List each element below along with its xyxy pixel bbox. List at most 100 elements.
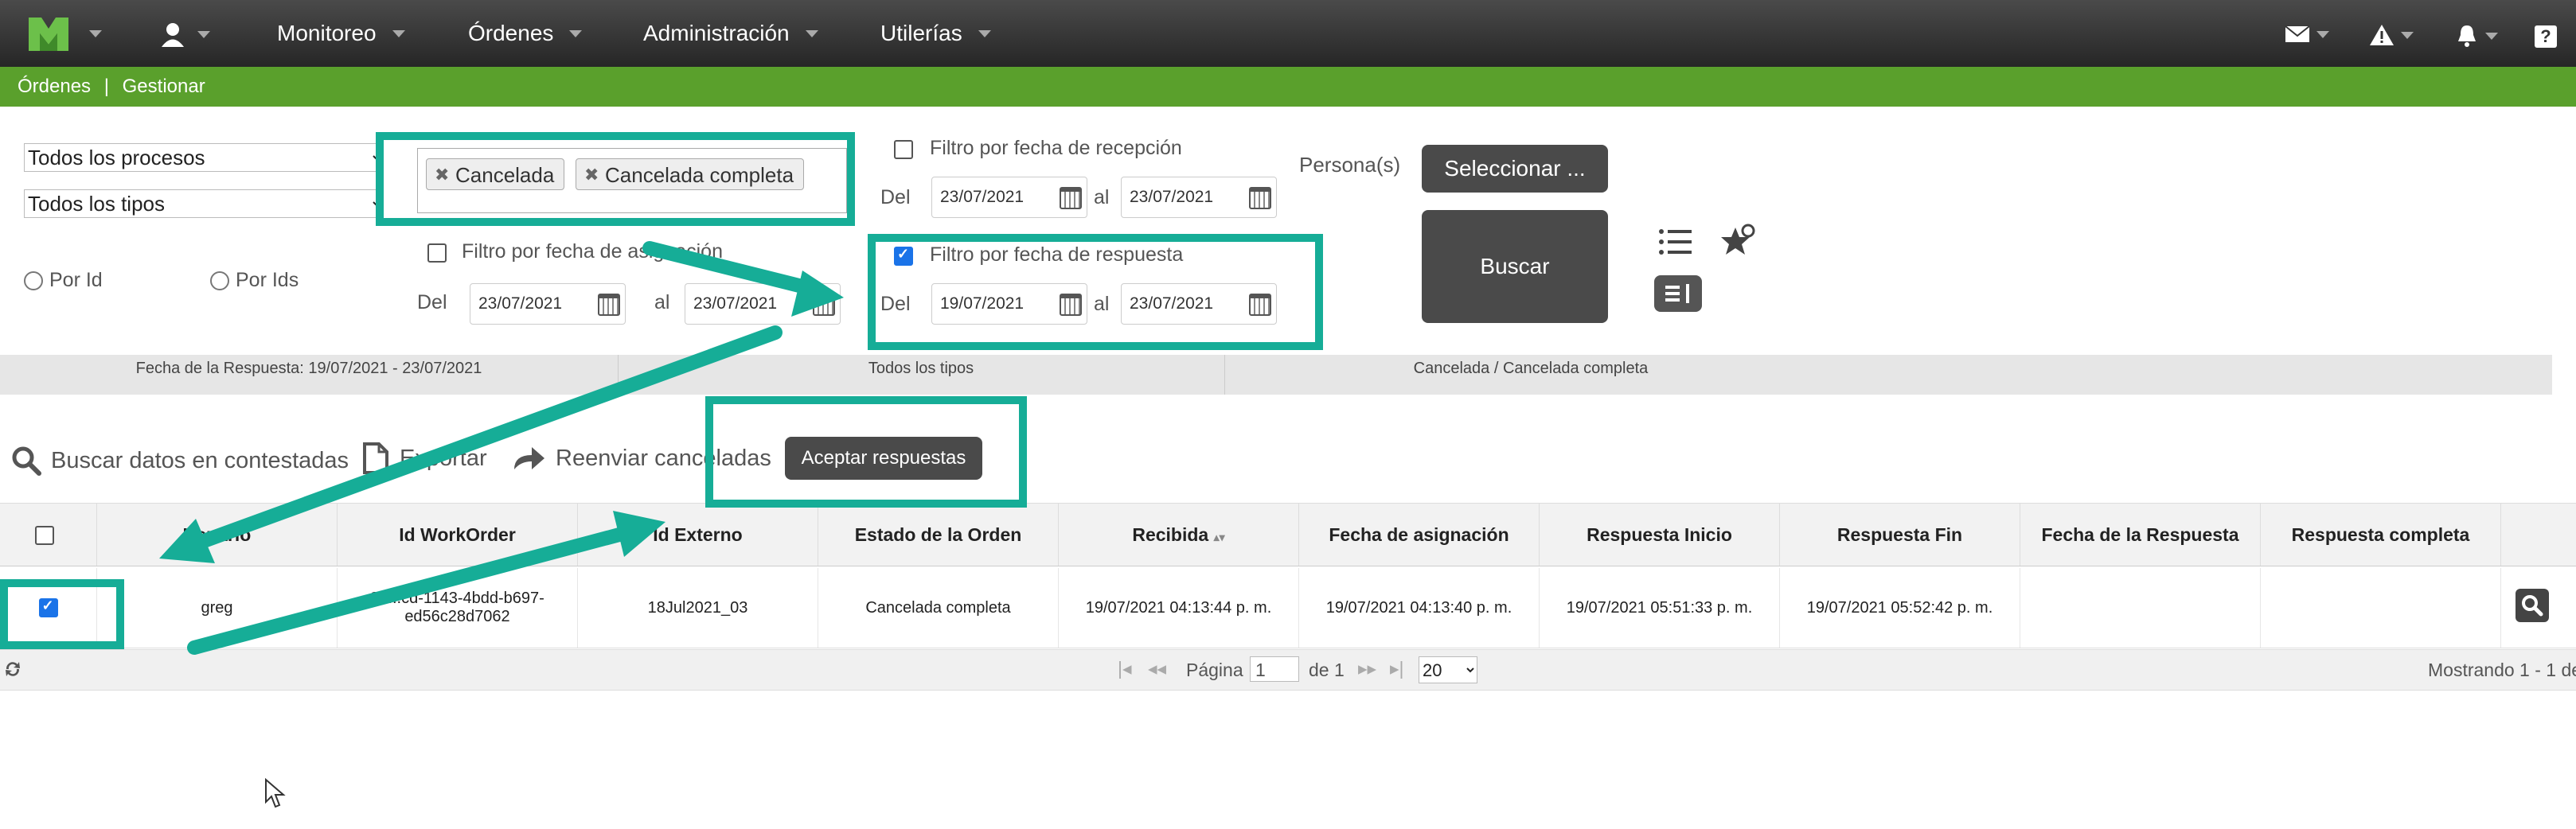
search-button[interactable]: Buscar [1422, 210, 1608, 323]
select-persons-button[interactable]: Seleccionar ... [1422, 145, 1608, 193]
mouse-cursor-icon [265, 778, 286, 808]
reception-filter-checkbox[interactable] [894, 140, 913, 159]
help-icon[interactable]: ? [2535, 25, 2557, 48]
breadcrumb-section[interactable]: Órdenes [18, 76, 91, 97]
cell-status: Cancelada completa [818, 568, 1059, 648]
calendar-icon[interactable] [1249, 294, 1271, 316]
calendar-icon[interactable] [813, 294, 835, 316]
status-multiselect[interactable]: ✖ Cancelada ✖ Cancelada completa [417, 148, 847, 213]
next-page-icon[interactable]: ▸▸ [1358, 658, 1376, 679]
reception-to-date[interactable]: 23/07/2021 [1121, 177, 1277, 218]
last-page-icon[interactable]: ▸| [1390, 658, 1404, 679]
assign-to-label: al [654, 291, 670, 313]
response-to-label: al [1094, 293, 1110, 315]
column-header[interactable]: Fecha de asignación [1299, 504, 1540, 566]
row-select-cell [0, 568, 97, 648]
search-answered-action[interactable]: Buscar datos en contestadas [11, 446, 349, 476]
app-logo-icon[interactable] [25, 14, 72, 54]
calendar-icon[interactable] [598, 294, 620, 316]
assign-from-label: Del [417, 291, 447, 313]
nav-ordenes[interactable]: Órdenes [468, 0, 583, 67]
cell-assigned: 19/07/2021 04:13:40 p. m. [1299, 568, 1540, 648]
select-all-checkbox[interactable] [35, 526, 54, 545]
reception-from-label: Del [880, 186, 911, 208]
column-header[interactable]: Respuesta completa [2261, 504, 2501, 566]
mail-menu[interactable] [2285, 25, 2329, 43]
cell-external-id: 18Jul2021_03 [578, 568, 818, 648]
remove-tag-icon[interactable]: ✖ [435, 159, 449, 191]
column-header[interactable]: Respuesta Inicio [1540, 504, 1780, 566]
search-icon [12, 446, 41, 476]
status-tag[interactable]: ✖ Cancelada completa [576, 158, 805, 191]
nav-utilerias[interactable]: Utilerías [880, 0, 991, 67]
warning-icon [2370, 25, 2394, 45]
first-page-icon[interactable]: |◂ [1118, 658, 1132, 679]
radio-button[interactable] [210, 270, 229, 290]
radio-by-ids[interactable]: Por Ids [210, 269, 299, 292]
export-action[interactable]: Exportar [363, 442, 487, 474]
type-select[interactable]: Todos los tipos [24, 189, 384, 218]
radio-button[interactable] [24, 270, 43, 290]
nav-monitoreo[interactable]: Monitoreo [277, 0, 405, 67]
export-icon [363, 442, 388, 474]
status-tag[interactable]: ✖ Cancelada [426, 158, 565, 191]
top-navbar: Monitoreo Órdenes Administración Utilerí… [0, 0, 2576, 67]
page-size-select[interactable]: 20 [1419, 656, 1477, 683]
bell-icon [2458, 25, 2476, 47]
cell-response-complete [2261, 568, 2501, 648]
assign-filter-label: Filtro por fecha de asignación [462, 240, 723, 263]
alerts-menu[interactable] [2369, 24, 2414, 46]
process-select[interactable]: Todos los procesos [24, 143, 384, 172]
accept-responses-button[interactable]: Aceptar respuestas [785, 437, 982, 480]
cell-user: greg [97, 568, 338, 648]
remove-tag-icon[interactable]: ✖ [584, 159, 599, 191]
sort-icon: ▴▾ [1213, 531, 1225, 543]
annotation-arrows [159, 241, 844, 655]
page-input[interactable]: 1 [1250, 656, 1299, 682]
calendar-icon[interactable] [1060, 294, 1082, 316]
chevron-down-icon [978, 29, 991, 37]
column-header[interactable]: Fecha de la Respuesta [2020, 504, 2261, 566]
column-header[interactable]: Usuario [97, 504, 338, 566]
assign-filter-checkbox[interactable] [427, 243, 447, 263]
resend-cancelled-action[interactable]: Reenviar canceladas [511, 444, 771, 473]
user-menu[interactable] [159, 21, 210, 48]
chevron-down-icon [2401, 31, 2414, 39]
notifications-menu[interactable] [2455, 24, 2498, 48]
chevron-down-icon [569, 29, 583, 37]
nav-administracion[interactable]: Administración [643, 0, 818, 67]
radio-by-id[interactable]: Por Id [24, 269, 103, 292]
logo-caret-icon[interactable] [89, 30, 102, 37]
reception-from-date[interactable]: 23/07/2021 [931, 177, 1087, 218]
table-row[interactable]: greg 39...cd-1143-4bdd-b697- ed56c28d706… [0, 568, 2576, 648]
favorite-star-icon[interactable] [1718, 223, 1756, 265]
breadcrumb-separator: | [103, 76, 109, 97]
response-filter-checkbox[interactable] [894, 246, 913, 266]
response-filter-label: Filtro por fecha de respuesta [930, 243, 1184, 266]
chevron-down-icon [805, 29, 818, 37]
row-checkbox[interactable] [38, 597, 58, 617]
breadcrumb-page[interactable]: Gestionar [123, 76, 205, 97]
response-from-date[interactable]: 19/07/2021 [931, 283, 1087, 325]
column-header[interactable]: Id WorkOrder [338, 504, 578, 566]
assign-from-date[interactable]: 23/07/2021 [470, 283, 626, 325]
calendar-icon[interactable] [1249, 187, 1271, 209]
panel-toggle-icon[interactable] [1654, 275, 1702, 312]
user-icon [162, 23, 184, 47]
column-header[interactable]: Estado de la Orden [818, 504, 1059, 566]
response-to-date[interactable]: 23/07/2021 [1121, 283, 1277, 325]
column-header-received[interactable]: Recibida ▴▾ [1059, 504, 1299, 566]
chevron-down-icon [2485, 32, 2498, 40]
calendar-icon[interactable] [1060, 187, 1082, 209]
summary-response-date: Fecha de la Respuesta: 19/07/2021 - 23/0… [0, 355, 619, 395]
refresh-icon[interactable] [3, 660, 22, 679]
view-detail-button[interactable] [2516, 589, 2549, 622]
assign-to-date[interactable]: 23/07/2021 [685, 283, 841, 325]
magnifier-icon [2522, 595, 2543, 617]
cell-response-start: 19/07/2021 05:51:33 p. m. [1540, 568, 1780, 648]
prev-page-icon[interactable]: ◂◂ [1148, 658, 1166, 679]
resend-icon [514, 447, 544, 469]
column-header[interactable]: Respuesta Fin [1780, 504, 2020, 566]
column-header[interactable]: Id Externo [578, 504, 818, 566]
list-view-icon[interactable] [1657, 226, 1692, 265]
